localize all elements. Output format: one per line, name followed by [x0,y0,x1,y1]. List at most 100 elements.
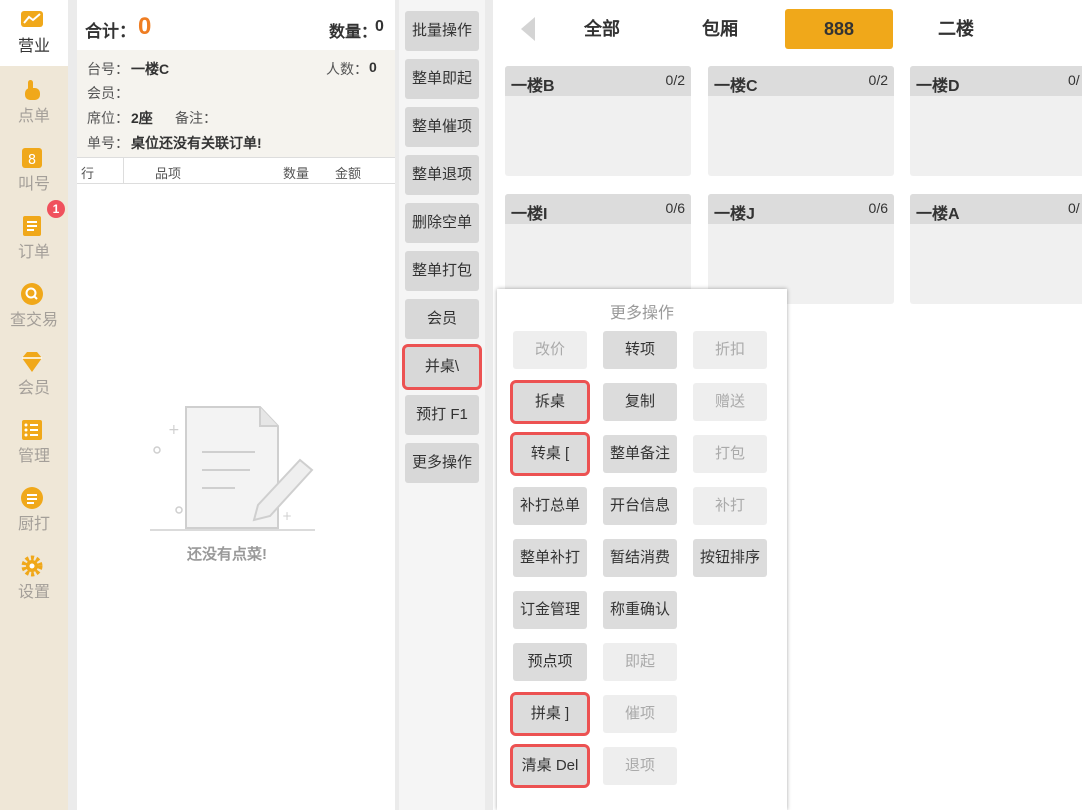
sidebar-item-label: 厨打 [17,516,50,533]
transfer-item-button[interactable]: 转项 [603,331,677,369]
order-panel: 合计： 0 数量： 0 台号： 一楼C 人数： 0 会员： 席位： 2座 备注：… [77,0,395,810]
table-name: 一楼D [916,78,960,95]
pack-all-button[interactable]: 整单打包 [405,251,479,291]
weigh-confirm-button[interactable]: 称重确认 [603,591,677,629]
more-operations-button[interactable]: 更多操作 [405,443,479,483]
table-occupancy: 0/2 [665,72,685,88]
table-occupancy: 0/2 [868,72,888,88]
sidebar-item-label: 叫号 [17,176,50,193]
diamond-icon [22,352,42,372]
rush-all-button[interactable]: 整单催项 [405,107,479,147]
sidebar-item-manage[interactable]: 管理 [0,410,68,476]
search-icon [21,283,43,305]
gift-button[interactable]: 赠送 [693,383,767,421]
table-card[interactable]: 一楼D 0/ [910,66,1082,176]
tab-888[interactable]: 888 [785,9,893,49]
total-label: 合计： [85,22,136,41]
sidebar-item-kitchen-print[interactable]: 厨打 [0,478,68,544]
sidebar-item-label: 订单 [17,244,50,261]
sidebar-item-member[interactable]: 会员 [0,342,68,408]
table-name: 一楼C [714,78,758,95]
split-table-button[interactable]: 拆桌 [510,380,590,424]
copy-button[interactable]: 复制 [603,383,677,421]
temp-settle-button[interactable]: 暂结消费 [603,539,677,577]
note-label: 备注： [175,110,217,126]
table-occupancy: 0/6 [665,200,685,216]
table-occupancy: 0/6 [868,200,888,216]
popup-title: 更多操作 [609,305,674,322]
total-value: 0 [138,13,152,40]
order-no-label: 单号： [87,135,129,151]
discount-button[interactable]: 折扣 [693,331,767,369]
empty-order-text: 还没有点菜! [187,546,267,563]
sidebar-item-transactions[interactable]: 查交易 [0,274,68,340]
order-note-button[interactable]: 整单备注 [603,435,677,473]
chart-icon [21,11,43,27]
table-card[interactable]: 一楼A 0/ [910,194,1082,304]
number-call-icon: 8 [22,148,42,168]
fire-button[interactable]: 即起 [603,643,677,681]
batch-operation-button[interactable]: 批量操作 [405,11,479,51]
sidebar-item-label: 设置 [17,584,50,601]
member-button[interactable]: 会员 [405,299,479,339]
return-all-button[interactable]: 整单退项 [405,155,479,195]
column-header-quantity: 数量 [283,166,310,181]
quantity-value: 0 [375,18,384,35]
tab-second-floor[interactable]: 二楼 [909,9,1003,49]
pre-order-item-button[interactable]: 预点项 [513,643,587,681]
table-occupancy: 0/ [1068,72,1080,88]
change-price-button[interactable]: 改价 [513,331,587,369]
column-divider [123,158,124,183]
table-name: 一楼I [511,206,548,223]
fire-all-button[interactable]: 整单即起 [405,59,479,99]
sidebar-item-label: 营业 [17,38,50,55]
sidebar-item-business[interactable]: 营业 [0,0,68,66]
deposit-manage-button[interactable]: 订金管理 [513,591,587,629]
arrow-left-icon[interactable] [520,16,536,42]
pack-button[interactable]: 打包 [693,435,767,473]
delete-empty-order-button[interactable]: 删除空单 [405,203,479,243]
reprint-total-button[interactable]: 补打总单 [513,487,587,525]
table-name: 一楼B [511,78,555,95]
table-card[interactable]: 一楼I 0/6 [505,194,691,304]
rush-button[interactable]: 催项 [603,695,677,733]
hand-pointer-icon [25,80,40,100]
sidebar-item-order[interactable]: 点单 [0,70,68,136]
sidebar: 营业 点单 8 叫号 订单 1 查交易 会员 管理 厨打 设置 [0,0,68,810]
more-operations-popup: 更多操作 改价 转项 折扣 拆桌 复制 赠送 转桌 [ 整单备注 打包 补打总单… [497,289,787,810]
action-column: 批量操作 整单即起 整单催项 整单退项 删除空单 整单打包 会员 并桌\ 预打 … [399,0,485,810]
column-header-amount: 金额 [335,166,362,181]
sidebar-item-settings[interactable]: 设置 [0,546,68,612]
join-table-button[interactable]: 拼桌 ] [510,692,590,736]
seat-label: 席位： [87,110,129,126]
divider [77,183,395,184]
svg-text:8: 8 [28,153,36,168]
table-card[interactable]: 一楼B 0/2 [505,66,691,176]
table-name: 一楼A [916,206,960,223]
column-header-item: 品项 [155,166,182,181]
button-sort-button[interactable]: 按钮排序 [693,539,767,577]
transfer-table-button[interactable]: 转桌 [ [510,432,590,476]
pre-print-button[interactable]: 预打 F1 [405,395,479,435]
clear-table-button[interactable]: 清桌 Del [510,744,590,788]
return-item-button[interactable]: 退项 [603,747,677,785]
member-label: 会员： [87,85,129,101]
reprint-order-button[interactable]: 整单补打 [513,539,587,577]
order-count-badge: 1 [47,200,65,218]
merge-tables-button[interactable]: 并桌\ [402,344,482,390]
tab-private-room[interactable]: 包厢 [673,9,767,49]
seat-value: 2座 [131,110,153,126]
open-table-info-button[interactable]: 开台信息 [603,487,677,525]
column-header-row: 行 [81,166,95,181]
svg-text:+: + [168,422,180,438]
table-label: 台号： [87,61,129,77]
tab-all[interactable]: 全部 [555,9,649,49]
people-value: 0 [369,59,377,75]
sidebar-item-call-number[interactable]: 8 叫号 [0,138,68,204]
table-occupancy: 0/ [1068,200,1080,216]
reprint-button[interactable]: 补打 [693,487,767,525]
table-card[interactable]: 一楼C 0/2 [708,66,894,176]
sidebar-item-label: 会员 [17,380,50,397]
sidebar-item-label: 点单 [17,108,50,125]
table-card[interactable]: 一楼J 0/6 [708,194,894,304]
